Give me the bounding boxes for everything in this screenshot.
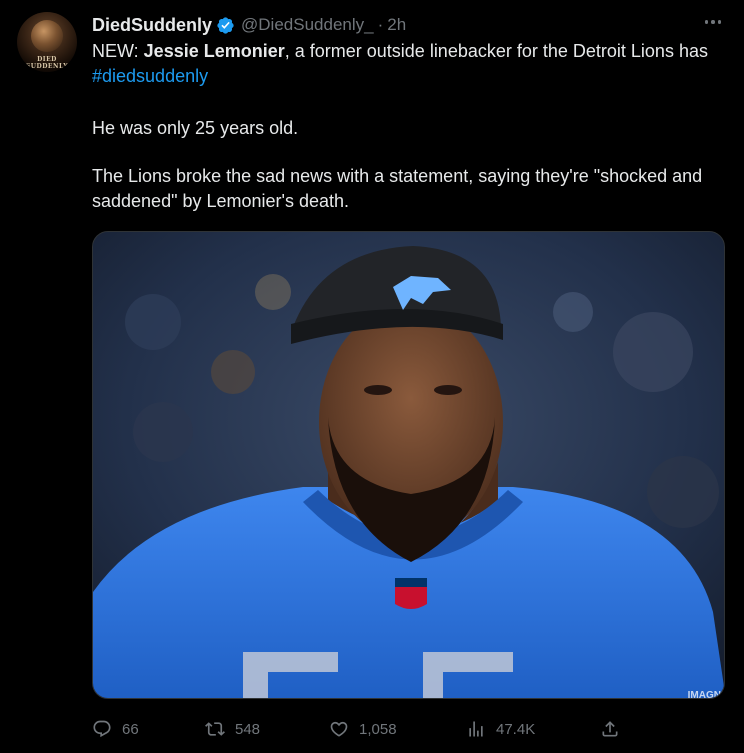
verified-badge-icon[interactable] (216, 16, 235, 35)
more-icon[interactable] (700, 12, 726, 32)
reply-icon (93, 720, 111, 738)
retweet-icon (205, 722, 225, 736)
avatar[interactable]: DIED SUDDENLY (17, 12, 77, 72)
time-separator: · (377, 15, 384, 34)
reply-button[interactable]: 66 (92, 715, 139, 743)
photo-watermark: IMAGN (688, 690, 721, 699)
author-name[interactable]: DiedSuddenly (92, 15, 212, 36)
share-icon (602, 721, 618, 737)
tweet-header: DiedSuddenly @DiedSuddenly_ · 2h (92, 14, 406, 36)
share-button[interactable] (600, 715, 620, 743)
retweet-button[interactable]: 548 (205, 715, 260, 743)
tweet-actions: 66 548 1,058 47.4K (92, 715, 632, 743)
tweet-time[interactable]: 2h (387, 15, 406, 35)
views-button[interactable]: 47.4K (466, 715, 535, 743)
text-prefix: NEW: (92, 41, 144, 61)
retweet-count: 548 (235, 720, 261, 738)
text-rest: , a former outside linebacker for the De… (284, 41, 708, 61)
reply-count: 66 (122, 720, 139, 738)
like-button[interactable]: 1,058 (329, 715, 397, 743)
like-icon (330, 721, 348, 737)
avatar-text: DIED SUDDENLY (25, 56, 69, 70)
hashtag-link[interactable]: #diedsuddenly (92, 66, 208, 86)
tweet-text-paragraph-2: He was only 25 years old. (92, 118, 299, 138)
tweet-photo[interactable]: IMAGN (92, 231, 725, 699)
photo-illustration: IMAGN (93, 232, 724, 699)
views-count: 47.4K (496, 720, 536, 738)
like-count: 1,058 (359, 720, 397, 738)
text-bold-name: Jessie Lemonier (143, 41, 285, 61)
tweet-text-paragraph-3: The Lions broke the sad news with a stat… (92, 166, 703, 211)
tweet-text-paragraph-1: NEW: Jessie Lemonier, a former outside l… (92, 39, 722, 89)
avatar-orb (31, 20, 63, 52)
author-handle[interactable]: @DiedSuddenly_ (241, 15, 374, 35)
views-icon (469, 721, 483, 737)
